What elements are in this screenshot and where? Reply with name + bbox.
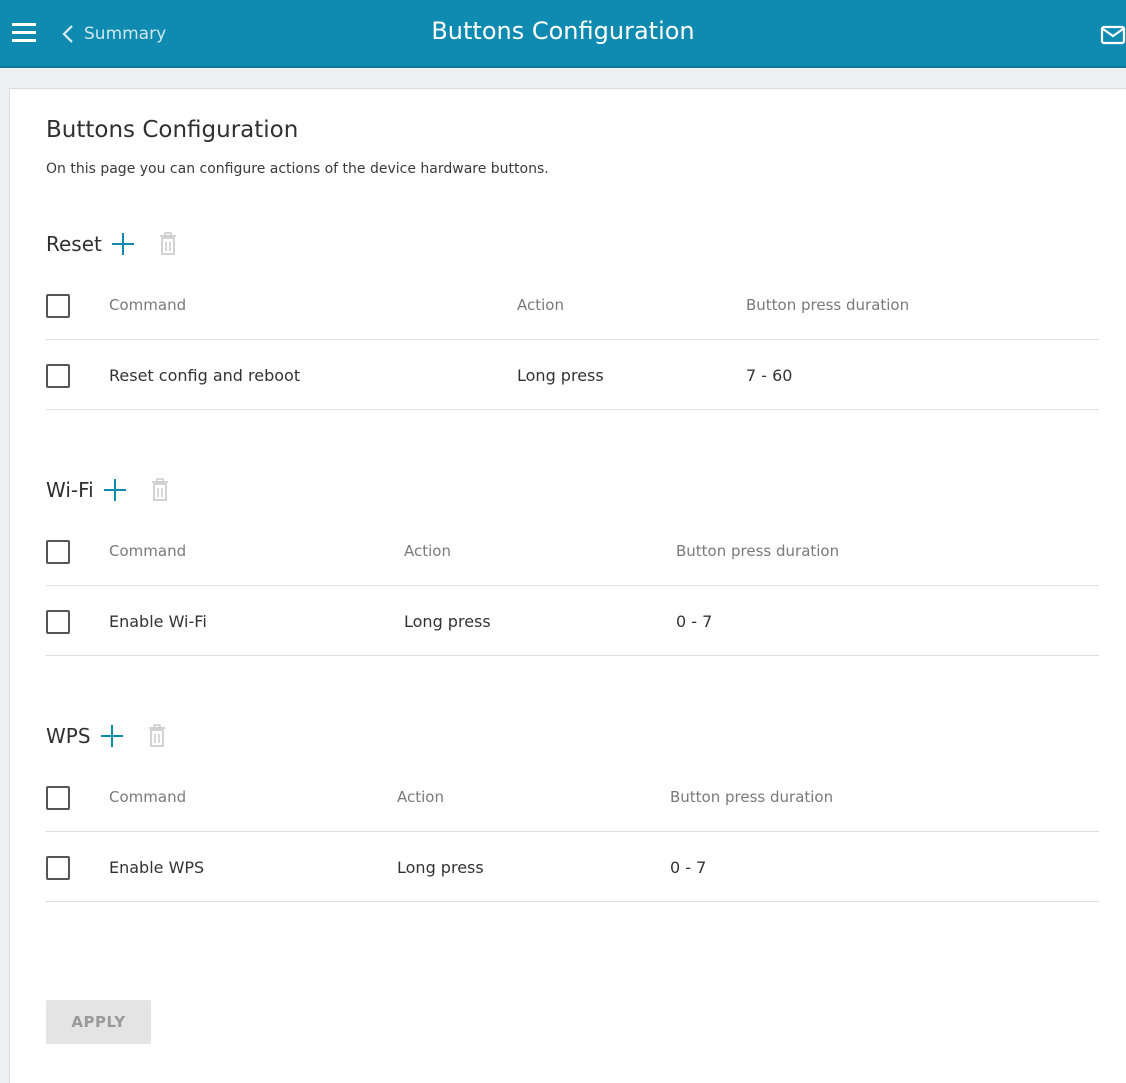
trash-icon[interactable] [150,477,170,503]
app-title: Buttons Configuration [431,17,695,45]
add-icon[interactable] [102,477,128,503]
column-action: Action [397,788,444,806]
column-command: Command [109,542,187,560]
column-duration: Button press duration [746,296,910,314]
trash-icon[interactable] [158,231,178,257]
row-duration: 0 - 7 [670,858,707,877]
wps-table: Command Action Button press duration Ena… [46,762,1099,902]
column-action: Action [404,542,451,560]
page-description: On this page you can configure actions o… [46,161,549,177]
column-command: Command [109,788,187,806]
row-command: Enable WPS [109,858,205,877]
row-action: Long press [404,612,491,631]
table-header: Command Action Button press duration [46,516,1099,586]
add-icon[interactable] [99,723,125,749]
apply-button[interactable]: APPLY [46,1000,151,1044]
column-action: Action [517,296,564,314]
row-action: Long press [397,858,484,877]
row-duration: 7 - 60 [746,366,793,385]
page-title: Buttons Configuration [46,117,299,143]
select-all-checkbox[interactable] [46,540,70,564]
table-header: Command Action Button press duration [46,270,1099,340]
section-title: Wi-Fi [46,478,94,502]
row-command: Reset config and reboot [109,366,301,385]
trash-icon[interactable] [147,723,167,749]
content-card: Buttons Configuration On this page you c… [9,88,1126,1083]
section-wps: WPS Command Action Button press duration [46,716,1099,902]
wifi-table: Command Action Button press duration Ena… [46,516,1099,656]
column-duration: Button press duration [676,542,840,560]
table-row[interactable]: Enable WPS Long press 0 - 7 [46,832,1099,902]
row-action: Long press [517,366,604,385]
section-title: WPS [46,724,91,748]
row-checkbox[interactable] [46,364,70,388]
row-checkbox[interactable] [46,610,70,634]
section-wifi: Wi-Fi Command Action Button press durati… [46,470,1099,656]
section-title: Reset [46,232,102,256]
table-header: Command Action Button press duration [46,762,1099,832]
row-command: Enable Wi-Fi [109,612,207,631]
top-bar: Summary Buttons Configuration [0,0,1126,68]
reset-table: Command Action Button press duration Res… [46,270,1099,410]
add-icon[interactable] [110,231,136,257]
column-duration: Button press duration [670,788,834,806]
select-all-checkbox[interactable] [46,786,70,810]
row-duration: 0 - 7 [676,612,713,631]
table-row[interactable]: Reset config and reboot Long press 7 - 6… [46,340,1099,410]
column-command: Command [109,296,187,314]
table-row[interactable]: Enable Wi-Fi Long press 0 - 7 [46,586,1099,656]
row-checkbox[interactable] [46,856,70,880]
select-all-checkbox[interactable] [46,294,70,318]
mail-icon[interactable] [1100,25,1126,45]
section-reset: Reset Command Action Button press durati… [46,224,1099,410]
